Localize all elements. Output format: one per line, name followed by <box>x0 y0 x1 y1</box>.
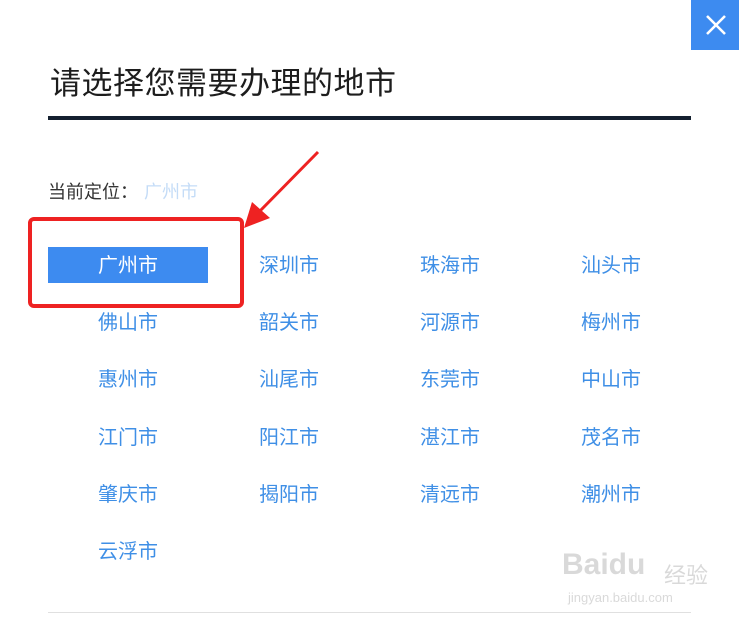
city-option[interactable]: 韶关市 <box>209 304 369 340</box>
city-option[interactable]: 惠州市 <box>48 361 208 397</box>
watermark-url: jingyan.baidu.com <box>568 590 673 605</box>
city-option[interactable]: 河源市 <box>370 304 530 340</box>
current-location: 当前定位： 广州市 <box>48 178 198 204</box>
city-option[interactable]: 茂名市 <box>531 419 691 455</box>
city-option[interactable]: 湛江市 <box>370 419 530 455</box>
city-option[interactable]: 云浮市 <box>48 533 208 569</box>
city-option[interactable]: 佛山市 <box>48 304 208 340</box>
city-option[interactable]: 揭阳市 <box>209 476 369 512</box>
watermark-text: 经验 <box>664 564 709 589</box>
city-option[interactable]: 中山市 <box>531 361 691 397</box>
close-icon <box>706 15 726 35</box>
city-option[interactable]: 珠海市 <box>370 247 530 283</box>
city-option[interactable]: 汕头市 <box>531 247 691 283</box>
city-option[interactable]: 肇庆市 <box>48 476 208 512</box>
city-option[interactable]: 清远市 <box>370 476 530 512</box>
city-option[interactable]: 阳江市 <box>209 419 369 455</box>
current-location-label: 当前定位： <box>48 182 138 203</box>
watermark-logo: Baidu <box>562 548 646 581</box>
current-location-value[interactable]: 广州市 <box>144 182 198 203</box>
dialog-title: 请选择您需要办理的地市 <box>50 66 397 102</box>
baidu-watermark: Baidu 经验 jingyan.baidu.com <box>560 548 730 618</box>
title-divider <box>48 116 691 120</box>
city-option[interactable]: 汕尾市 <box>209 361 369 397</box>
city-option[interactable]: 潮州市 <box>531 476 691 512</box>
city-option[interactable]: 梅州市 <box>531 304 691 340</box>
city-option[interactable]: 东莞市 <box>370 361 530 397</box>
annotation-highlight-box <box>28 217 244 308</box>
close-button[interactable] <box>691 0 739 50</box>
city-option[interactable]: 江门市 <box>48 419 208 455</box>
